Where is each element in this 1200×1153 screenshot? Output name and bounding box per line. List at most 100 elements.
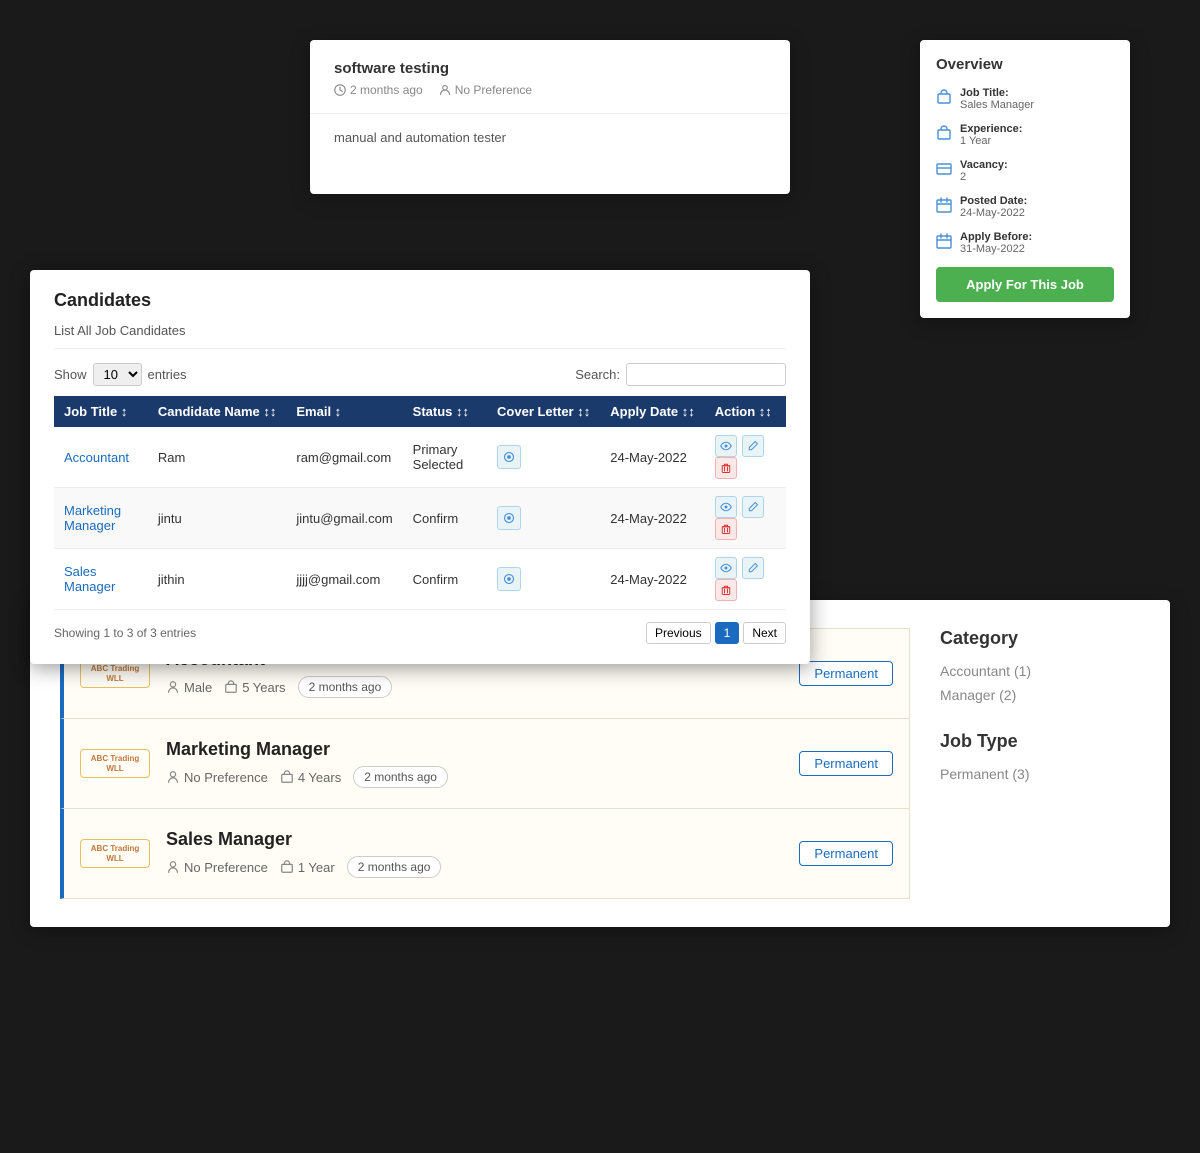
col-apply-date[interactable]: Apply Date ↕↕ bbox=[600, 396, 705, 427]
experience-meta: 1 Year bbox=[280, 860, 335, 875]
edit-button[interactable] bbox=[742, 496, 764, 518]
job-card: ABC Trading WLL Sales Manager No Prefere… bbox=[60, 808, 910, 899]
overview-vacancy: Vacancy: 2 bbox=[936, 159, 1114, 183]
job-type-link[interactable]: Permanent (3) bbox=[940, 766, 1140, 782]
apply-for-job-button[interactable]: Apply For This Job bbox=[936, 267, 1114, 302]
prev-page-button[interactable]: Previous bbox=[646, 622, 711, 644]
category-heading: Category bbox=[940, 628, 1140, 649]
overview-posted-date: Posted Date: 24-May-2022 bbox=[936, 195, 1114, 219]
job-type-section: Job Type Permanent (3) bbox=[940, 731, 1140, 782]
overview-experience: Experience: 1 Year bbox=[936, 123, 1114, 147]
cell-status: Confirm bbox=[403, 488, 487, 549]
showing-text: Showing 1 to 3 of 3 entries bbox=[54, 626, 196, 640]
pagination-buttons: Previous 1 Next bbox=[646, 622, 786, 644]
category-section: Category Accountant (1) Manager (2) bbox=[940, 628, 1140, 703]
clock-icon bbox=[334, 84, 346, 96]
cell-cover-letter bbox=[487, 488, 600, 549]
col-cover-letter[interactable]: Cover Letter ↕↕ bbox=[487, 396, 600, 427]
entries-label: entries bbox=[148, 367, 187, 382]
col-job-title[interactable]: Job Title ↕ bbox=[54, 396, 148, 427]
job-type-button[interactable]: Permanent bbox=[799, 841, 893, 866]
table-row: Sales Manager jithin jjjj@gmail.com Conf… bbox=[54, 549, 786, 610]
col-action[interactable]: Action ↕↕ bbox=[705, 396, 786, 427]
candidates-subheader: List All Job Candidates bbox=[54, 323, 786, 349]
overview-vacancy-label: Vacancy: bbox=[960, 159, 1008, 171]
view-cover-letter-button[interactable] bbox=[497, 506, 521, 530]
cell-action bbox=[705, 427, 786, 488]
experience-meta-icon bbox=[280, 770, 294, 784]
cell-status: Primary Selected bbox=[403, 427, 487, 488]
cell-candidate-name: jintu bbox=[148, 488, 286, 549]
cell-job-title: Sales Manager bbox=[54, 549, 148, 610]
candidates-panel: Candidates List All Job Candidates Show … bbox=[30, 270, 810, 664]
cell-status: Confirm bbox=[403, 549, 487, 610]
view-button[interactable] bbox=[715, 496, 737, 518]
cell-email: ram@gmail.com bbox=[286, 427, 402, 488]
view-cover-letter-button[interactable] bbox=[497, 567, 521, 591]
job-card-title: Marketing Manager bbox=[166, 739, 783, 760]
experience-icon bbox=[936, 125, 952, 141]
search-input[interactable] bbox=[626, 363, 786, 386]
view-button[interactable] bbox=[715, 435, 737, 457]
job-title-link[interactable]: Marketing Manager bbox=[64, 503, 121, 533]
time-badge: 2 months ago bbox=[353, 766, 448, 788]
table-row: Marketing Manager jintu jintu@gmail.com … bbox=[54, 488, 786, 549]
overview-experience-value: 1 Year bbox=[960, 135, 1022, 147]
next-page-button[interactable]: Next bbox=[743, 622, 786, 644]
edit-button[interactable] bbox=[742, 435, 764, 457]
time-badge: 2 months ago bbox=[347, 856, 442, 878]
entries-select[interactable]: 10 25 50 bbox=[93, 363, 142, 386]
job-type-badge-container: Permanent bbox=[799, 661, 893, 686]
job-type-button[interactable]: Permanent bbox=[799, 751, 893, 776]
col-email[interactable]: Email ↕ bbox=[286, 396, 402, 427]
experience-meta-icon bbox=[280, 860, 294, 874]
edit-button[interactable] bbox=[742, 557, 764, 579]
job-title-link[interactable]: Accountant bbox=[64, 450, 129, 465]
gender-meta: Male bbox=[166, 680, 212, 695]
job-card-meta: No Preference 4 Years 2 months ago bbox=[166, 766, 783, 788]
gender-icon bbox=[166, 770, 180, 784]
delete-button[interactable] bbox=[715, 518, 737, 540]
job-type-badge-container: Permanent bbox=[799, 841, 893, 866]
job-detail-panel: software testing 2 months ago No Prefere… bbox=[310, 40, 790, 194]
cell-cover-letter bbox=[487, 549, 600, 610]
listings-main: ABC Trading WLL Accountant Male 5 Years … bbox=[60, 628, 910, 899]
gender-icon bbox=[166, 680, 180, 694]
col-status[interactable]: Status ↕↕ bbox=[403, 396, 487, 427]
delete-button[interactable] bbox=[715, 457, 737, 479]
job-type-badge-container: Permanent bbox=[799, 751, 893, 776]
job-type-button[interactable]: Permanent bbox=[799, 661, 893, 686]
view-button[interactable] bbox=[715, 557, 737, 579]
category-link[interactable]: Accountant (1) bbox=[940, 663, 1140, 679]
job-detail-title: software testing bbox=[334, 60, 766, 77]
overview-apply-before-value: 31-May-2022 bbox=[960, 243, 1032, 255]
cell-job-title: Accountant bbox=[54, 427, 148, 488]
cell-email: jintu@gmail.com bbox=[286, 488, 402, 549]
job-card-content: Marketing Manager No Preference 4 Years … bbox=[150, 739, 799, 788]
overview-experience-label: Experience: bbox=[960, 123, 1022, 135]
overview-posted-date-value: 24-May-2022 bbox=[960, 207, 1027, 219]
delete-button[interactable] bbox=[715, 579, 737, 601]
overview-heading: Overview bbox=[936, 56, 1114, 73]
cell-candidate-name: Ram bbox=[148, 427, 286, 488]
cell-candidate-name: jithin bbox=[148, 549, 286, 610]
job-card-content: Sales Manager No Preference 1 Year 2 mon… bbox=[150, 829, 799, 878]
category-link[interactable]: Manager (2) bbox=[940, 687, 1140, 703]
job-type-heading: Job Type bbox=[940, 731, 1140, 752]
col-candidate-name[interactable]: Candidate Name ↕↕ bbox=[148, 396, 286, 427]
pagination-info: Showing 1 to 3 of 3 entries Previous 1 N… bbox=[54, 622, 786, 644]
table-controls: Show 10 25 50 entries Search: bbox=[54, 363, 786, 386]
overview-job-title-value: Sales Manager bbox=[960, 99, 1034, 111]
job-card-meta: Male 5 Years 2 months ago bbox=[166, 676, 783, 698]
job-title-link[interactable]: Sales Manager bbox=[64, 564, 115, 594]
job-description: manual and automation tester bbox=[310, 114, 790, 194]
current-page-button[interactable]: 1 bbox=[715, 622, 740, 644]
overview-panel: Overview Job Title: Sales Manager Experi… bbox=[920, 40, 1130, 318]
company-logo-text: ABC Trading WLL bbox=[80, 839, 150, 868]
gender-meta: No Preference bbox=[166, 860, 268, 875]
time-badge: 2 months ago bbox=[298, 676, 393, 698]
vacancy-icon bbox=[936, 161, 952, 177]
overview-apply-before-label: Apply Before: bbox=[960, 231, 1032, 243]
gender-icon bbox=[166, 860, 180, 874]
view-cover-letter-button[interactable] bbox=[497, 445, 521, 469]
